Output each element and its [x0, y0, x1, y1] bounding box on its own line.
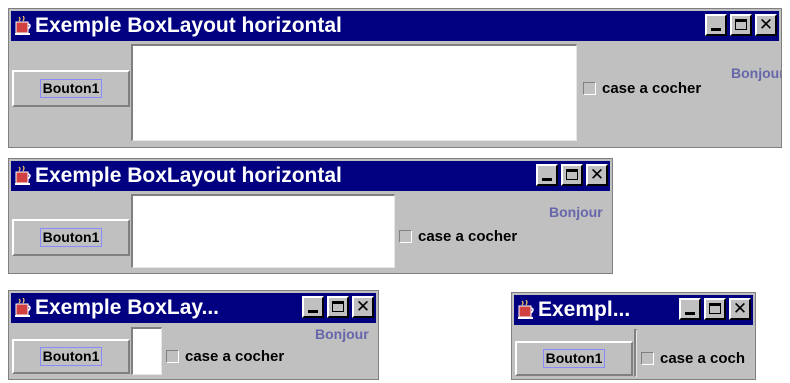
close-button[interactable]: ✕: [586, 164, 608, 186]
window-title: Exemple BoxLayout horizontal: [35, 14, 342, 37]
bouton1-button[interactable]: Bouton1: [12, 339, 130, 374]
checkbox-label: case a cocher: [185, 348, 285, 365]
window-2: Exemple BoxLayout horizontal ✕ Bouton1 c…: [8, 158, 613, 274]
bonjour-label: Bonjour: [549, 204, 603, 220]
java-coffee-cup-icon[interactable]: [14, 297, 32, 318]
minimize-button[interactable]: [679, 298, 701, 320]
checkbox-box[interactable]: [641, 352, 654, 365]
minimize-button[interactable]: [302, 296, 324, 318]
window-4: Exempl... ✕ Bouton1 case a coch: [511, 292, 756, 380]
close-button[interactable]: ✕: [755, 14, 777, 36]
checkbox-label: case a cocher: [602, 80, 702, 97]
text-area[interactable]: [131, 194, 395, 268]
checkbox-box[interactable]: [399, 230, 412, 243]
button-label: Bouton1: [39, 228, 103, 247]
checkbox-label: case a coch: [660, 350, 746, 367]
minimize-icon: [542, 178, 552, 181]
minimize-icon: [308, 310, 318, 313]
window-controls: ✕: [675, 298, 751, 320]
title-bar[interactable]: Exemple BoxLayout horizontal ✕: [11, 11, 779, 41]
maximize-icon: [332, 301, 344, 312]
window-title: Exempl...: [538, 298, 631, 321]
title-bar[interactable]: Exempl... ✕: [514, 295, 753, 325]
content-pane: Bouton1 case a coch: [514, 327, 753, 377]
maximize-icon: [566, 169, 578, 180]
text-area[interactable]: [131, 44, 577, 141]
close-icon: ✕: [355, 297, 371, 317]
checkbox[interactable]: case a coch: [641, 350, 745, 367]
bouton1-button[interactable]: Bouton1: [12, 70, 130, 107]
title-bar[interactable]: Exemple BoxLayout horizontal ✕: [11, 161, 610, 191]
checkbox[interactable]: case a cocher: [583, 80, 701, 97]
java-coffee-cup-icon[interactable]: [14, 15, 32, 36]
button-label: Bouton1: [39, 347, 103, 366]
close-icon: ✕: [758, 15, 774, 35]
bouton1-button[interactable]: Bouton1: [12, 219, 130, 256]
title-bar[interactable]: Exemple BoxLay... ✕: [11, 293, 376, 323]
button-label: Bouton1: [39, 79, 103, 98]
checkbox-box[interactable]: [583, 82, 596, 95]
minimize-button[interactable]: [705, 14, 727, 36]
content-pane: Bouton1 case a cocher Bonjour: [11, 193, 610, 271]
content-pane: Bouton1 case a cocher Bonjour: [11, 43, 782, 145]
content-pane: Bouton1 case a cocher Bonjour: [11, 325, 376, 377]
close-button[interactable]: ✕: [352, 296, 374, 318]
checkbox[interactable]: case a cocher: [166, 348, 284, 365]
maximize-button[interactable]: [327, 296, 349, 318]
button-label: Bouton1: [542, 349, 606, 368]
bouton1-button[interactable]: Bouton1: [515, 341, 633, 376]
window-1: Exemple BoxLayout horizontal ✕ Bouton1 c…: [8, 8, 782, 148]
minimize-icon: [711, 28, 721, 31]
checkbox-label: case a cocher: [418, 228, 518, 245]
minimize-icon: [685, 312, 695, 315]
bonjour-label: Bonjour: [315, 326, 369, 342]
maximize-button[interactable]: [561, 164, 583, 186]
close-icon: ✕: [589, 165, 605, 185]
maximize-button[interactable]: [730, 14, 752, 36]
window-controls: ✕: [298, 296, 374, 318]
window-controls: ✕: [701, 14, 777, 36]
checkbox-box[interactable]: [166, 350, 179, 363]
minimize-button[interactable]: [536, 164, 558, 186]
text-area[interactable]: [634, 329, 637, 377]
maximize-button[interactable]: [704, 298, 726, 320]
close-button[interactable]: ✕: [729, 298, 751, 320]
java-coffee-cup-icon[interactable]: [14, 165, 32, 186]
checkbox[interactable]: case a cocher: [399, 228, 517, 245]
window-title: Exemple BoxLay...: [35, 296, 220, 319]
maximize-icon: [735, 19, 747, 30]
text-area[interactable]: [131, 327, 162, 375]
window-controls: ✕: [532, 164, 608, 186]
java-coffee-cup-icon[interactable]: [517, 299, 535, 320]
window-title: Exemple BoxLayout horizontal: [35, 164, 342, 187]
bonjour-label: Bonjour: [731, 65, 782, 81]
close-icon: ✕: [732, 299, 748, 319]
window-3: Exemple BoxLay... ✕ Bouton1 case a coche…: [8, 290, 379, 380]
maximize-icon: [709, 303, 721, 314]
